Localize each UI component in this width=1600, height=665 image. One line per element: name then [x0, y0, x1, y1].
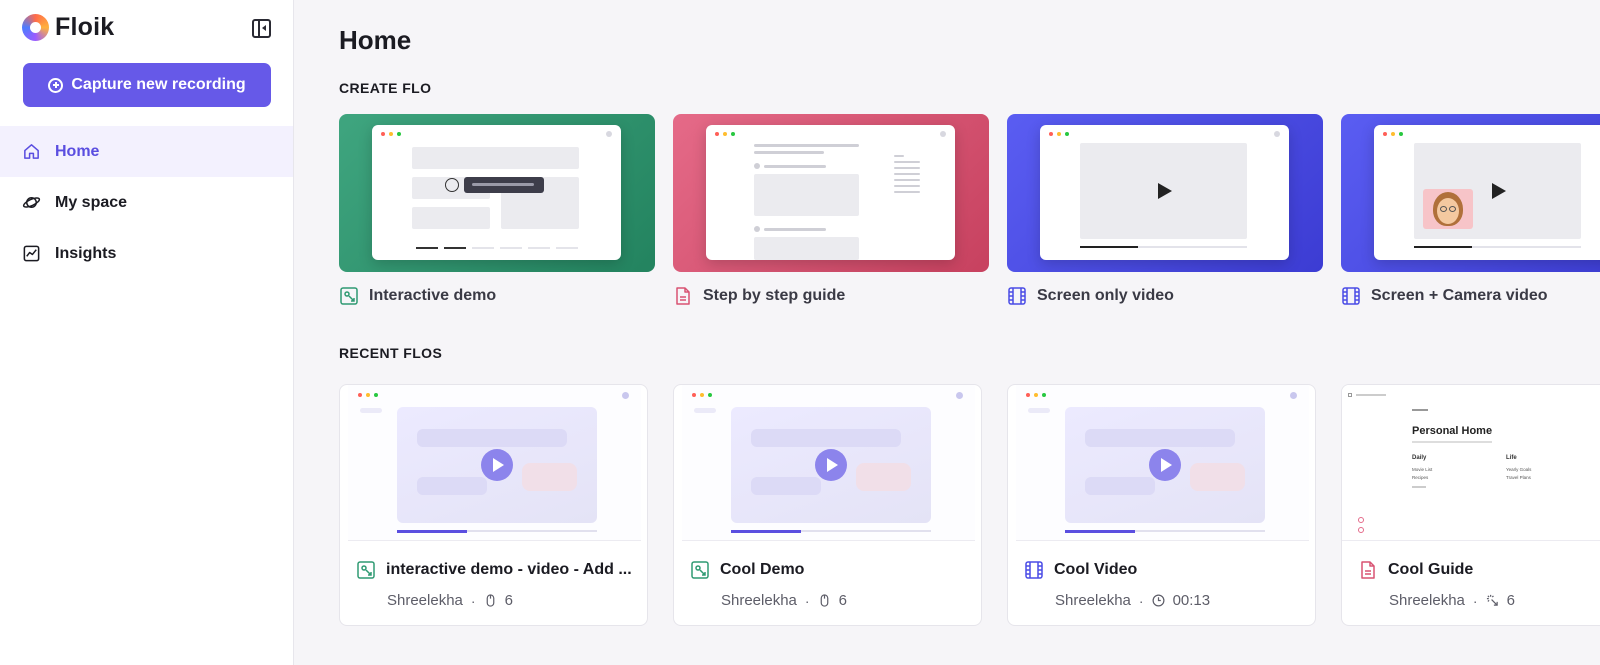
play-button-icon[interactable]: [815, 449, 847, 481]
guide-preview: Personal Home Daily Life Movie List Reci…: [1342, 385, 1600, 540]
recent-flo-meta: Shreelekha · 6: [387, 592, 513, 609]
recent-flo-title: Cool Video: [1054, 561, 1138, 578]
meta-separator: ·: [1138, 592, 1144, 609]
meta-separator: ·: [804, 592, 810, 609]
guide-preview-item: Travel Plans: [1506, 475, 1531, 480]
brand[interactable]: Floik: [22, 12, 114, 42]
recent-flo-meta: Shreelekha · 6: [721, 592, 847, 609]
sidebar-nav: Home My space Insights: [0, 126, 293, 279]
chart-icon: [22, 244, 41, 263]
click-icon: [1486, 594, 1499, 607]
recent-flo-thumbnail: [1016, 385, 1309, 541]
sidebar-item-insights[interactable]: Insights: [0, 228, 293, 279]
create-card-title: Interactive demo: [369, 287, 497, 304]
capture-new-recording-button[interactable]: Capture new recording: [23, 63, 271, 107]
meta-separator: ·: [470, 592, 476, 609]
stat-value: 6: [504, 592, 513, 609]
guide-preview-item: Movie List: [1412, 467, 1433, 472]
create-card-thumbnail: [339, 114, 655, 272]
home-icon: [22, 142, 41, 161]
guide-preview-col2: Life: [1506, 455, 1517, 461]
play-button-icon[interactable]: [1149, 449, 1181, 481]
create-card-thumbnail: [1341, 114, 1600, 272]
meta-separator: ·: [1472, 592, 1478, 609]
author-name: Shreelekha: [387, 592, 463, 609]
page-title: Home: [339, 25, 412, 55]
recent-flo-meta: Shreelekha · 6: [1389, 592, 1515, 609]
sidebar-item-label: Insights: [55, 244, 117, 262]
create-step-guide-card[interactable]: Step by step guide: [673, 114, 989, 306]
recent-flo-title: Cool Guide: [1388, 561, 1474, 578]
author-name: Shreelekha: [721, 592, 797, 609]
guide-preview-col1: Daily: [1412, 455, 1427, 461]
recent-flo-card[interactable]: interactive demo - video - Add ... Shree…: [339, 384, 648, 626]
stat-value: 6: [1506, 592, 1515, 609]
document-icon: [673, 286, 693, 306]
guide-preview-title: Personal Home: [1412, 425, 1493, 437]
create-card-title: Screen only video: [1037, 287, 1174, 304]
film-icon: [1024, 560, 1044, 580]
sidebar-item-label: My space: [55, 193, 128, 211]
sidebar-item-label: Home: [55, 142, 100, 160]
plus-circle-icon: [48, 77, 64, 93]
film-icon: [1341, 286, 1361, 306]
capture-button-label: Capture new recording: [71, 76, 246, 93]
mock-window: [1374, 125, 1600, 260]
create-card-thumbnail: [673, 114, 989, 272]
sidebar-item-my-space[interactable]: My space: [0, 177, 293, 228]
planet-icon: [22, 193, 41, 212]
author-name: Shreelekha: [1389, 592, 1465, 609]
sidebar: Floik Capture new recording Home My spac…: [0, 0, 294, 665]
floik-logo-icon: [22, 13, 49, 41]
mock-window: [1040, 125, 1289, 260]
create-card-label: Screen + Camera video: [1341, 286, 1600, 306]
create-card-label: Step by step guide: [673, 286, 989, 306]
mouse-icon: [484, 594, 497, 607]
interactive-demo-icon: [690, 560, 710, 580]
clock-icon: [1152, 594, 1165, 607]
interactive-demo-icon: [356, 560, 376, 580]
create-interactive-demo-card[interactable]: Interactive demo: [339, 114, 655, 306]
create-flo-heading: CREATE FLO: [339, 80, 432, 96]
recent-flo-title: Cool Demo: [720, 561, 805, 578]
recent-flos-heading: RECENT FLOS: [339, 345, 443, 361]
recent-flo-card[interactable]: Cool Demo Shreelekha · 6: [673, 384, 982, 626]
guide-preview-item: Yearly Goals: [1506, 467, 1532, 472]
recent-flo-card[interactable]: Personal Home Daily Life Movie List Reci…: [1341, 384, 1600, 626]
brand-name: Floik: [55, 12, 115, 41]
recent-flo-card[interactable]: Cool Video Shreelekha · 00:13: [1007, 384, 1316, 626]
recent-flo-meta: Shreelekha · 00:13: [1055, 592, 1210, 609]
author-name: Shreelekha: [1055, 592, 1131, 609]
mock-window: [372, 125, 621, 260]
stat-value: 6: [838, 592, 847, 609]
play-button-icon[interactable]: [481, 449, 513, 481]
play-icon: [1492, 183, 1506, 199]
recent-flo-thumbnail: [348, 385, 641, 541]
create-card-label: Screen only video: [1007, 286, 1323, 306]
create-screen-camera-video-card[interactable]: Screen + Camera video: [1341, 114, 1600, 306]
recent-flo-thumbnail: Personal Home Daily Life Movie List Reci…: [1342, 385, 1600, 541]
create-card-thumbnail: [1007, 114, 1323, 272]
interactive-demo-icon: [339, 286, 359, 306]
mock-window: [706, 125, 955, 260]
play-icon: [1158, 183, 1172, 199]
create-card-label: Interactive demo: [339, 286, 655, 306]
sidebar-item-home[interactable]: Home: [0, 126, 293, 177]
create-screen-video-card[interactable]: Screen only video: [1007, 114, 1323, 306]
create-card-title: Step by step guide: [703, 287, 846, 304]
film-icon: [1007, 286, 1027, 306]
recent-flo-thumbnail: [682, 385, 975, 541]
guide-preview-item: Recipes: [1412, 475, 1429, 480]
mouse-icon: [818, 594, 831, 607]
recent-flo-title: interactive demo - video - Add ...: [386, 561, 632, 578]
collapse-sidebar-icon[interactable]: [252, 19, 271, 38]
camera-avatar: [1423, 189, 1473, 229]
create-card-title: Screen + Camera video: [1371, 287, 1548, 304]
stat-value: 00:13: [1172, 592, 1211, 609]
document-icon: [1358, 560, 1378, 580]
